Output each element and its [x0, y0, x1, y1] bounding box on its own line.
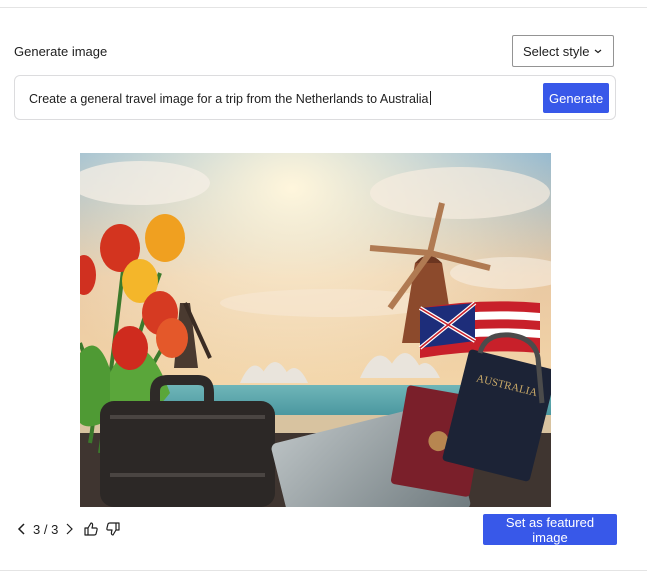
generated-image: AUSTRALIA	[80, 153, 551, 507]
chevron-left-icon[interactable]	[14, 521, 30, 537]
prompt-text: Create a general travel image for a trip…	[29, 91, 431, 106]
image-counter: 3 / 3	[33, 521, 59, 537]
section-label: Generate image	[14, 44, 108, 59]
chevron-down-icon	[594, 49, 602, 54]
prompt-input[interactable]: Create a general travel image for a trip…	[14, 75, 616, 120]
style-select[interactable]: Select style	[512, 35, 614, 67]
bottom-divider	[0, 570, 647, 571]
text-caret	[429, 91, 431, 105]
chevron-right-icon[interactable]	[61, 521, 77, 537]
top-divider	[0, 7, 647, 8]
image-pager: 3 / 3	[14, 519, 121, 539]
style-select-value: Select style	[523, 43, 590, 59]
thumbs-down-icon[interactable]	[105, 521, 121, 537]
generate-button[interactable]: Generate	[543, 83, 609, 113]
set-featured-image-button[interactable]: Set as featured image	[483, 514, 617, 545]
thumbs-up-icon[interactable]	[83, 521, 99, 537]
